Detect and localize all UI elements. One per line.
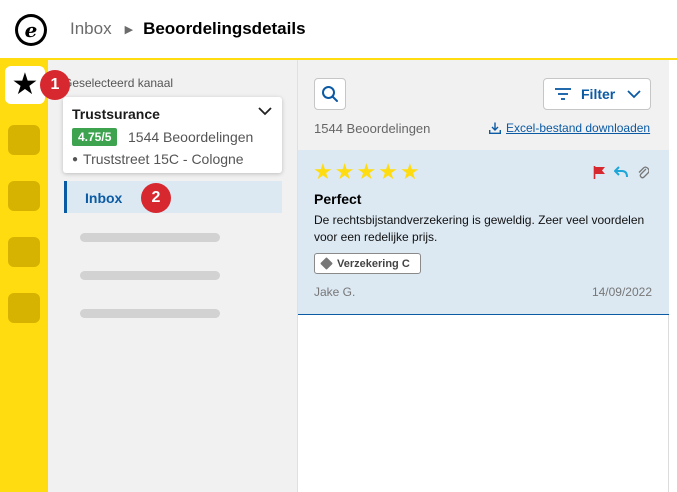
channel-sidebar: Geselecteerd kanaal Trustsurance 4.75/5 …: [48, 60, 298, 492]
filter-label: Filter: [581, 86, 616, 102]
attachment-icon[interactable]: [637, 165, 649, 179]
chevron-down-icon[interactable]: [258, 107, 272, 116]
selected-channel-label: Geselecteerd kanaal: [63, 76, 174, 90]
page-title: Beoordelingsdetails: [143, 19, 306, 38]
sidebar-item-inbox[interactable]: Inbox: [64, 181, 282, 213]
product-tag[interactable]: Verzekering C: [314, 253, 421, 274]
flag-icon[interactable]: [593, 165, 605, 179]
review-body: De rechtsbijstandverzekering is geweldig…: [314, 213, 645, 244]
review-total-count: 1544 Beoordelingen: [314, 121, 431, 136]
product-tag-label: Verzekering C: [337, 257, 410, 270]
star-icon: ★: [334, 159, 355, 184]
channel-name: Trustsurance: [72, 106, 160, 122]
star-icon: ★: [378, 159, 398, 184]
filter-lines-icon: [555, 88, 571, 100]
star-icon: ★: [313, 159, 333, 184]
star-icon: ★: [399, 159, 420, 184]
search-button[interactable]: [314, 78, 346, 110]
review-toolbar: Filter 1544 Beoordelingen Excel-bestand …: [298, 60, 669, 150]
loading-placeholder: [80, 233, 220, 242]
location-pin-icon: ●: [72, 153, 79, 165]
excel-download-link[interactable]: Excel-bestand downloaden: [489, 121, 650, 135]
channel-address-text: Truststreet 15C - Cologne: [83, 151, 244, 167]
nav-item-placeholder[interactable]: [8, 125, 40, 155]
nav-item-placeholder[interactable]: [8, 293, 40, 323]
review-actions: [593, 165, 649, 179]
chevron-down-icon: [627, 89, 641, 98]
review-list-panel: Filter 1544 Beoordelingen Excel-bestand …: [298, 60, 669, 492]
download-label: Excel-bestand downloaden: [506, 121, 651, 135]
search-icon: [322, 86, 338, 102]
reply-icon[interactable]: [614, 166, 628, 178]
logo-letter: e: [18, 17, 44, 43]
rating-badge: 4.75/5: [72, 128, 118, 146]
tag-icon: [320, 257, 333, 270]
step-badge-1: 1: [40, 70, 70, 100]
sidebar-item-label: Inbox: [85, 190, 123, 206]
channel-address: ● Truststreet 15C - Cologne: [72, 151, 244, 167]
loading-placeholder: [80, 309, 220, 318]
review-author: Jake G.: [314, 285, 356, 299]
review-card[interactable]: ★ ★ ★ ★ ★ Perfect De rechtsbijstandverze…: [298, 150, 669, 315]
reviews-nav-button[interactable]: ★: [5, 66, 45, 104]
breadcrumb-separator-icon: ▶: [124, 23, 134, 36]
top-header: e Inbox ▶ Beoordelingsdetails: [0, 0, 677, 60]
nav-item-placeholder[interactable]: [8, 181, 40, 211]
review-date: 14/09/2022: [591, 285, 652, 299]
channel-review-count: 1544 Beoordelingen: [128, 129, 254, 145]
star-icon: ★: [356, 159, 377, 184]
loading-placeholder: [80, 271, 220, 280]
star-icon: ★: [11, 68, 39, 101]
filter-button[interactable]: Filter: [543, 78, 651, 110]
star-rating: ★ ★ ★ ★ ★: [313, 161, 422, 183]
breadcrumb: Inbox ▶ Beoordelingsdetails: [70, 19, 306, 39]
breadcrumb-inbox-link[interactable]: Inbox: [70, 19, 112, 39]
step-badge-2: 2: [141, 183, 171, 213]
app-nav-rail: ★: [0, 60, 48, 492]
channel-selector[interactable]: Trustsurance 4.75/5 1544 Beoordelingen ●…: [63, 97, 282, 173]
download-icon: [489, 122, 501, 134]
nav-item-placeholder[interactable]: [8, 237, 40, 267]
trusted-logo[interactable]: e: [15, 14, 47, 46]
review-title: Perfect: [314, 191, 362, 207]
